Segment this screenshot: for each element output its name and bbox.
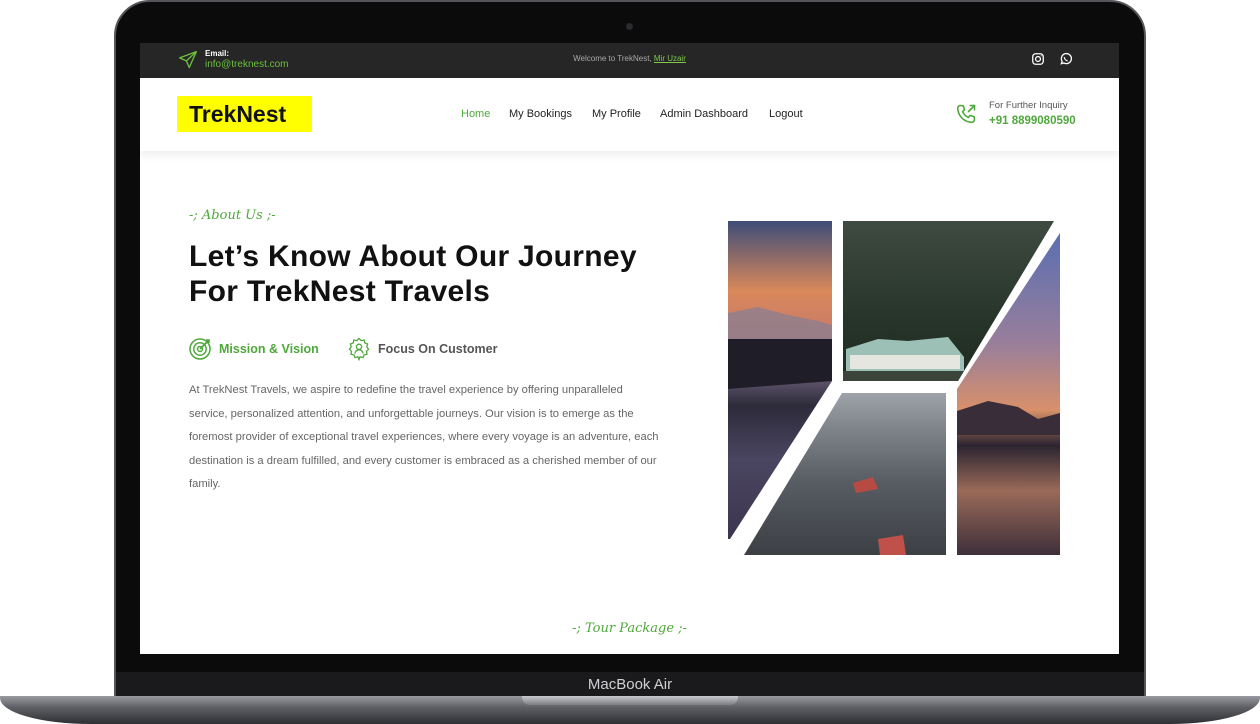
about-heading: Let’s Know About Our Journey For TrekNes… <box>189 239 689 309</box>
about-subtitle: -; About Us ;- <box>189 208 276 223</box>
user-name-link[interactable]: Mir Uzair <box>654 54 686 63</box>
photo-collage <box>728 221 1060 555</box>
laptop-notch <box>522 696 738 705</box>
phone-icon <box>956 104 976 124</box>
about-heading-line2: For TrekNest Travels <box>189 275 491 308</box>
inquiry-label: For Further Inquiry <box>989 100 1068 111</box>
nav-my-bookings[interactable]: My Bookings <box>509 108 572 120</box>
logo-text: TrekNest <box>189 101 287 127</box>
main-navbar: TrekNest Home My Bookings My Profile Adm… <box>140 78 1119 151</box>
site-logo[interactable]: TrekNest <box>177 96 312 132</box>
nav-logout[interactable]: Logout <box>769 108 803 120</box>
browser-screen: Email: info@treknest.com Welcome to Trek… <box>140 43 1119 654</box>
about-heading-line1: Let’s Know About Our Journey <box>189 240 637 273</box>
camera-icon <box>626 23 633 30</box>
nav-my-profile[interactable]: My Profile <box>592 108 641 120</box>
instagram-icon[interactable] <box>1031 52 1045 66</box>
feature-focus-on-customer: Focus On Customer <box>378 342 498 356</box>
top-info-bar: Email: info@treknest.com Welcome to Trek… <box>140 43 1119 78</box>
target-icon <box>189 338 211 360</box>
tour-package-subtitle: -; Tour Package ;- <box>572 621 687 636</box>
feature-mission-vision: Mission & Vision <box>219 342 319 356</box>
inquiry-phone-link[interactable]: +91 8899080590 <box>989 115 1076 127</box>
customer-badge-icon <box>348 337 370 361</box>
nav-admin-dashboard[interactable]: Admin Dashboard <box>660 108 748 120</box>
whatsapp-icon[interactable] <box>1059 52 1073 66</box>
laptop-model-label: MacBook Air <box>587 676 673 693</box>
welcome-text: Welcome to TrekNest, <box>573 54 654 63</box>
about-paragraph: At TrekNest Travels, we aspire to redefi… <box>189 384 659 491</box>
welcome-message: Welcome to TrekNest, Mir Uzair <box>140 54 1119 63</box>
nav-home[interactable]: Home <box>461 108 490 120</box>
